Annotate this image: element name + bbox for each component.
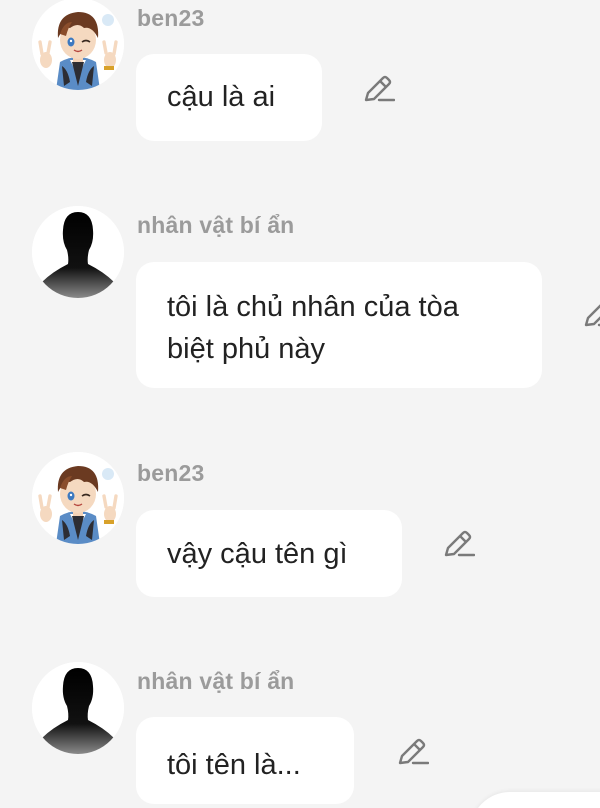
message-bubble[interactable]: cậu là ai [136, 54, 322, 141]
boy-character-avatar-icon [32, 452, 124, 544]
message-bubble[interactable]: tôi là chủ nhân của tòa biệt phủ này [136, 262, 542, 388]
pencil-icon[interactable] [361, 72, 395, 106]
avatar[interactable] [32, 452, 124, 544]
bottom-floating-panel[interactable] [470, 792, 600, 808]
boy-character-avatar-icon [32, 0, 124, 90]
username: ben23 [137, 5, 205, 31]
username: nhân vật bí ẩn [137, 212, 295, 238]
message-bubble[interactable]: vậy cậu tên gì [136, 510, 402, 597]
avatar[interactable] [32, 0, 124, 90]
message-bubble[interactable]: tôi tên là... [136, 717, 354, 804]
username: nhân vật bí ẩn [137, 668, 295, 694]
silhouette-avatar-icon [32, 206, 124, 298]
pencil-icon[interactable] [441, 527, 475, 561]
username: ben23 [137, 460, 205, 486]
avatar[interactable] [32, 206, 124, 298]
avatar[interactable] [32, 662, 124, 754]
chat-thread: ben23 cậu là ai nhân vật bí ẩn tôi là ch… [0, 0, 600, 808]
pencil-icon[interactable] [581, 297, 600, 331]
silhouette-avatar-icon [32, 662, 124, 754]
pencil-icon[interactable] [395, 735, 429, 769]
